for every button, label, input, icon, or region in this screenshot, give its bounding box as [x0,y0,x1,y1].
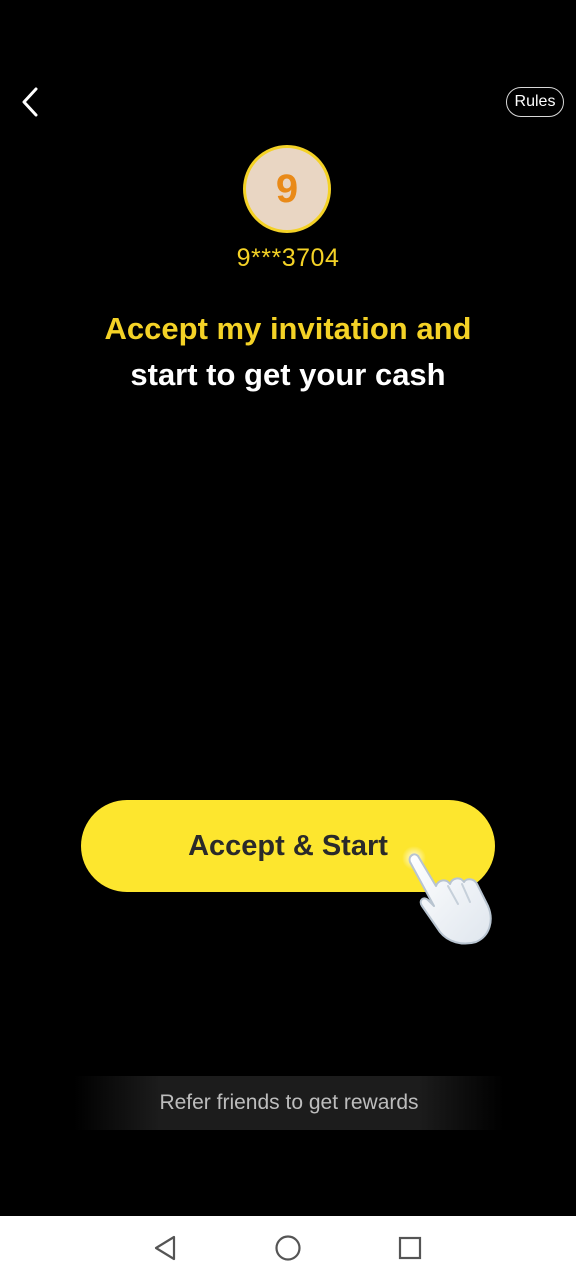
headline-line-1: Accept my invitation and [104,311,472,346]
pointing-hand-icon [402,846,492,945]
inviter-avatar: 9 [243,145,331,233]
system-home-button[interactable] [270,1230,306,1266]
system-recents-button[interactable] [392,1230,428,1266]
system-back-button[interactable] [147,1230,183,1266]
square-recents-icon [398,1236,422,1260]
invitation-headline: Accept my invitation and start to get yo… [0,306,576,398]
back-button[interactable] [10,82,50,122]
circle-home-icon [275,1235,301,1261]
rules-button[interactable]: Rules [506,87,564,117]
headline-line-2: start to get your cash [130,357,446,392]
refer-friends-banner[interactable]: Refer friends to get rewards [74,1076,504,1130]
inviter-id: 9***3704 [236,244,340,272]
triangle-back-icon [154,1235,176,1261]
system-navigation-bar [0,1216,576,1280]
avatar-letter: 9 [275,166,299,211]
invite-screen: Rules 9 9***3704 Accept my invitation an… [0,0,576,1216]
accept-start-label: Accept & Start [188,829,388,862]
refer-friends-text: Refer friends to get rewards [159,1091,419,1114]
chevron-left-icon [22,87,38,117]
